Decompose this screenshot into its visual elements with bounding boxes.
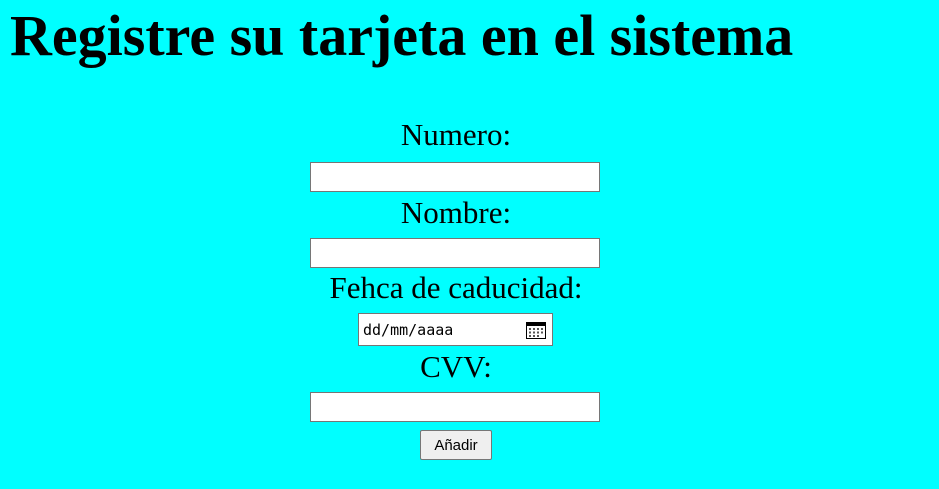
cvv-input[interactable]: [310, 392, 600, 422]
fecha-date-placeholder: dd/mm/aaaa: [363, 320, 454, 339]
fecha-label: Fehca de caducidad:: [329, 270, 583, 305]
add-button[interactable]: Añadir: [420, 430, 492, 460]
nombre-label: Nombre:: [400, 195, 512, 230]
cvv-label: CVV:: [420, 349, 492, 384]
page-title: Registre su tarjeta en el sistema: [10, 3, 794, 68]
numero-label: Numero:: [400, 117, 512, 152]
numero-input[interactable]: [310, 162, 600, 192]
fecha-date-input[interactable]: dd/mm/aaaa: [358, 313, 553, 346]
card-registration-page: Registre su tarjeta en el sistema Numero…: [0, 0, 939, 489]
calendar-icon[interactable]: [525, 320, 547, 340]
nombre-input[interactable]: [310, 238, 600, 268]
